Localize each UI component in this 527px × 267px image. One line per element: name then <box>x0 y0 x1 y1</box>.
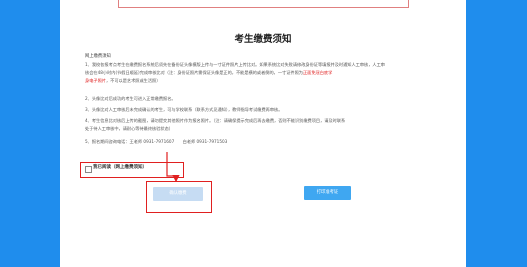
annotation-arrow <box>166 152 180 183</box>
notice-page: 考生缴费须知 网上缴费须知 1、我校各报考点考生在缴费报名系统后须先在备份证头像… <box>60 0 466 267</box>
